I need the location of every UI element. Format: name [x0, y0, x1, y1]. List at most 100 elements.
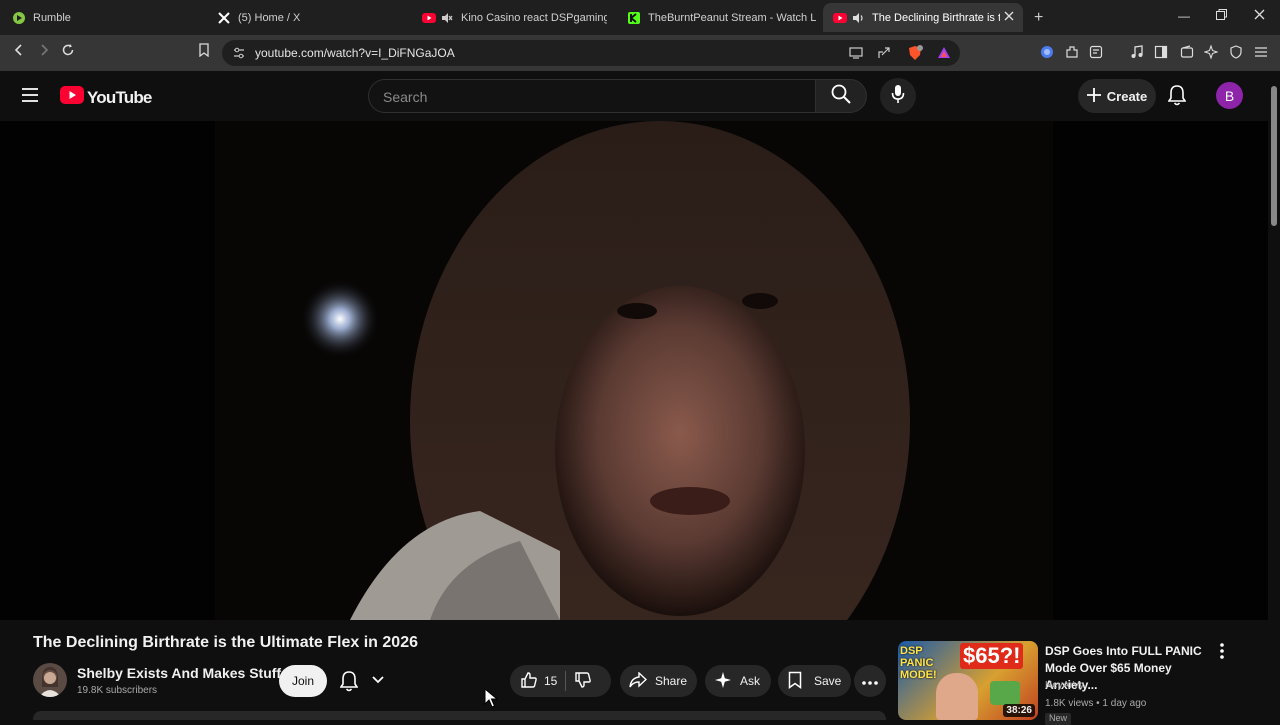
extensions-puzzle-icon[interactable] — [1064, 44, 1080, 60]
mouse-cursor-icon — [484, 687, 499, 713]
cast-icon[interactable] — [849, 46, 863, 65]
subscriber-count: 19.8K subscribers — [77, 685, 158, 696]
ask-label: Ask — [740, 674, 761, 688]
youtube-wordmark: YouTube — [87, 87, 152, 107]
recommended-channel-name[interactable]: HeyArVy — [1045, 680, 1084, 691]
share-button[interactable]: Share — [620, 665, 697, 697]
page-scrollbar[interactable] — [1268, 71, 1280, 720]
hamburger-menu-icon[interactable] — [22, 88, 38, 107]
tab-label: (5) Home / X — [238, 11, 301, 24]
browser-toolbar: youtube.com/watch?v=I_DiFNGaJOA — [0, 35, 1280, 71]
extension-icon[interactable] — [1039, 44, 1055, 60]
tab-burnt-peanut[interactable]: TheBurntPeanut Stream - Watch Live — [627, 3, 817, 32]
rumble-icon — [12, 11, 26, 25]
search-input[interactable]: Search — [368, 79, 816, 113]
video-duration: 38:26 — [1003, 704, 1035, 717]
reload-icon[interactable] — [61, 43, 75, 62]
tab-declining-birthrate[interactable]: The Declining Birthrate is the — [823, 3, 1023, 32]
kick-icon — [627, 11, 641, 25]
restore-icon[interactable] — [1216, 9, 1227, 23]
youtube-logo[interactable]: YouTube — [60, 86, 152, 109]
search-icon — [831, 84, 851, 109]
close-tab-icon[interactable] — [1003, 10, 1015, 25]
youtube-icon — [422, 11, 436, 25]
reader-icon[interactable] — [1088, 44, 1104, 60]
x-icon — [217, 11, 231, 25]
share-label: Share — [655, 674, 688, 688]
share-arrow-icon — [629, 670, 648, 691]
muted-icon[interactable] — [440, 11, 454, 25]
sparkle-icon — [715, 671, 731, 691]
wallet-icon[interactable] — [1179, 44, 1195, 60]
search-button[interactable] — [815, 79, 867, 113]
more-actions-button[interactable] — [854, 665, 886, 697]
description-box[interactable] — [33, 711, 886, 720]
bookmark-icon[interactable] — [198, 43, 210, 62]
thumbs-down-icon — [574, 671, 592, 692]
like-count: 15 — [544, 674, 558, 688]
forward-icon[interactable] — [37, 43, 51, 62]
channel-name[interactable]: Shelby Exists And Makes Stuff — [77, 665, 281, 681]
tab-label: TheBurntPeanut Stream - Watch Live — [648, 11, 817, 24]
recommended-video-meta: 1.8K views • 1 day ago — [1045, 698, 1147, 709]
tab-kino-casino[interactable]: Kino Casino react DSPgamings W — [422, 3, 607, 32]
minimize-icon[interactable]: — — [1178, 9, 1190, 23]
create-label: Create — [1106, 88, 1148, 104]
tab-label: The Declining Birthrate is the — [872, 11, 1000, 24]
save-label: Save — [814, 674, 842, 688]
recommended-video-thumbnail[interactable]: DSP PANIC MODE! $65?! 38:26 — [898, 641, 1038, 720]
back-icon[interactable] — [12, 43, 26, 62]
join-button[interactable]: Join — [279, 665, 327, 697]
avatar-letter: B — [1224, 87, 1235, 104]
like-button[interactable]: 15 — [520, 671, 557, 692]
thumbnail-money — [990, 681, 1020, 705]
more-horizontal-icon — [862, 674, 878, 688]
thumbnail-person — [936, 673, 978, 720]
sidebar-icon[interactable] — [1153, 44, 1169, 60]
media-icon[interactable] — [1129, 44, 1145, 60]
channel-avatar[interactable] — [33, 663, 67, 697]
brave-shields-icon[interactable] — [907, 45, 923, 66]
site-settings-icon[interactable] — [232, 46, 246, 65]
video-title: The Declining Birthrate is the Ultimate … — [33, 634, 418, 651]
youtube-icon — [833, 11, 847, 25]
account-avatar[interactable]: B — [1216, 82, 1243, 109]
chevron-down-icon[interactable] — [371, 673, 385, 692]
more-vertical-icon[interactable] — [1220, 643, 1224, 664]
audio-playing-icon[interactable] — [851, 11, 865, 25]
scrollbar-thumb[interactable] — [1271, 86, 1277, 226]
leo-ai-icon[interactable] — [1203, 44, 1219, 60]
like-separator — [565, 671, 567, 691]
brave-rewards-icon[interactable] — [936, 45, 952, 66]
ask-button[interactable]: Ask — [705, 665, 771, 697]
url-text: youtube.com/watch?v=I_DiFNGaJOA — [255, 46, 455, 60]
like-dislike-group: 15 — [510, 665, 611, 697]
subscription-bell-icon[interactable] — [339, 670, 359, 697]
thumbs-up-icon — [520, 671, 538, 692]
tab-x[interactable]: (5) Home / X — [217, 3, 407, 32]
tab-label: Kino Casino react DSPgamings W — [461, 11, 607, 24]
tab-label: Rumble — [33, 11, 71, 24]
dislike-button[interactable] — [574, 671, 592, 692]
new-tab-icon[interactable]: + — [1034, 9, 1043, 27]
video-frame — [0, 121, 1268, 620]
share-page-icon[interactable] — [877, 46, 891, 65]
microphone-icon — [891, 84, 905, 109]
create-button[interactable]: Create — [1078, 79, 1156, 113]
address-bar[interactable]: youtube.com/watch?v=I_DiFNGaJOA — [222, 40, 960, 66]
browser-menu-icon[interactable] — [1253, 44, 1269, 60]
save-button[interactable]: Save — [778, 665, 851, 697]
vpn-icon[interactable] — [1228, 44, 1244, 60]
thumbnail-text-price: $65?! — [960, 643, 1024, 669]
notifications-bell-icon[interactable] — [1167, 84, 1187, 111]
tab-rumble[interactable]: Rumble — [12, 3, 202, 32]
video-player[interactable] — [0, 121, 1268, 620]
voice-search-button[interactable] — [880, 78, 916, 114]
close-window-icon[interactable] — [1254, 9, 1265, 23]
plus-icon — [1086, 87, 1101, 105]
new-badge: New — [1045, 713, 1072, 725]
save-bookmark-icon — [788, 671, 802, 692]
search-placeholder: Search — [383, 89, 428, 105]
browser-tab-bar: Rumble (5) Home / X Kino Casino react DS… — [0, 0, 1280, 35]
youtube-header: YouTube Search Create B — [0, 71, 1268, 121]
